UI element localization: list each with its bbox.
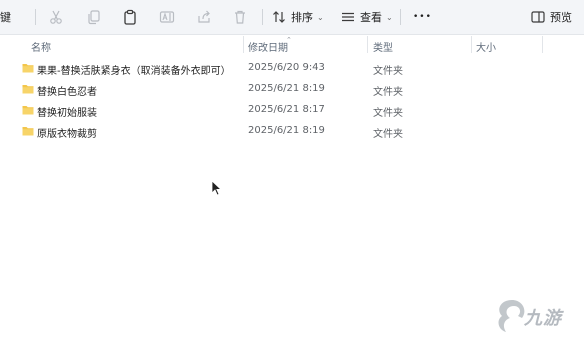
scissors-icon (48, 9, 64, 25)
folder-icon (22, 105, 34, 118)
toolbar-divider (35, 9, 36, 25)
chevron-down-icon: ⌄ (317, 12, 324, 22)
view-button[interactable]: 查看 ⌄ (341, 0, 393, 34)
mouse-cursor-icon (211, 180, 223, 200)
column-header-date[interactable]: 修改日期 (248, 39, 288, 54)
column-header-type[interactable]: 类型 (373, 39, 393, 54)
toolbar-divider (262, 9, 263, 25)
preview-label: 预览 (550, 11, 572, 24)
clipboard-icon (122, 9, 138, 25)
file-name: 果果-替换活肤紧身衣（取消装备外衣即可） (37, 66, 231, 77)
cut-button[interactable] (48, 0, 64, 34)
trash-icon (232, 9, 248, 25)
chevron-down-icon: ⌄ (386, 12, 393, 22)
file-type: 文件夹 (373, 87, 403, 98)
column-divider[interactable] (243, 36, 244, 53)
file-date: 2025/6/21 8:19 (248, 125, 325, 136)
column-header-name[interactable]: 名称 (31, 39, 51, 54)
sort-label: 排序 (291, 11, 313, 24)
rename-icon (159, 9, 175, 25)
file-row[interactable]: 果果-替换活肤紧身衣（取消装备外衣即可） 2025/6/20 9:43 文件夹 (0, 58, 584, 78)
copy-button[interactable] (86, 0, 102, 34)
file-row[interactable]: 原版衣物裁剪 2025/6/21 8:19 文件夹 (0, 121, 584, 141)
new-button-label: 键 (0, 11, 11, 24)
more-options-button[interactable]: ••• (413, 0, 432, 34)
file-type: 文件夹 (373, 66, 403, 77)
more-icon: ••• (413, 12, 432, 22)
preview-button[interactable]: 预览 (531, 0, 572, 34)
file-name: 替换白色忍者 (37, 87, 97, 98)
command-bar: 键 排序 ⌄ 查看 ⌄ ••• 预览 (0, 0, 584, 35)
column-header-row: 名称 ⌃ 修改日期 类型 大小 (0, 36, 584, 54)
folder-icon (22, 63, 34, 76)
column-header-size[interactable]: 大小 (476, 39, 496, 54)
file-name: 替换初始服装 (37, 108, 97, 119)
paste-button[interactable] (122, 0, 138, 34)
folder-icon (22, 84, 34, 97)
view-label: 查看 (360, 11, 382, 24)
preview-pane-icon (531, 10, 545, 24)
file-date: 2025/6/20 9:43 (248, 62, 325, 73)
watermark-logo: 九游 (492, 294, 582, 338)
file-row[interactable]: 替换初始服装 2025/6/21 8:17 文件夹 (0, 100, 584, 120)
file-date: 2025/6/21 8:17 (248, 104, 325, 115)
rename-button[interactable] (159, 0, 175, 34)
share-button[interactable] (196, 0, 212, 34)
file-date: 2025/6/21 8:19 (248, 83, 325, 94)
column-divider[interactable] (542, 36, 543, 53)
column-divider[interactable] (471, 36, 472, 53)
sort-button[interactable]: 排序 ⌄ (272, 0, 324, 34)
delete-button[interactable] (232, 0, 248, 34)
file-type: 文件夹 (373, 129, 403, 140)
copy-icon (86, 9, 102, 25)
share-icon (196, 9, 212, 25)
toolbar-divider (400, 9, 401, 25)
file-type: 文件夹 (373, 108, 403, 119)
sort-icon (272, 10, 286, 24)
file-name: 原版衣物裁剪 (37, 129, 97, 140)
watermark-text: 九游 (524, 308, 562, 329)
folder-icon (22, 126, 34, 139)
new-button[interactable]: 键 (0, 0, 11, 34)
column-divider[interactable] (367, 36, 368, 53)
file-row[interactable]: 替换白色忍者 2025/6/21 8:19 文件夹 (0, 79, 584, 99)
view-list-icon (341, 10, 355, 24)
